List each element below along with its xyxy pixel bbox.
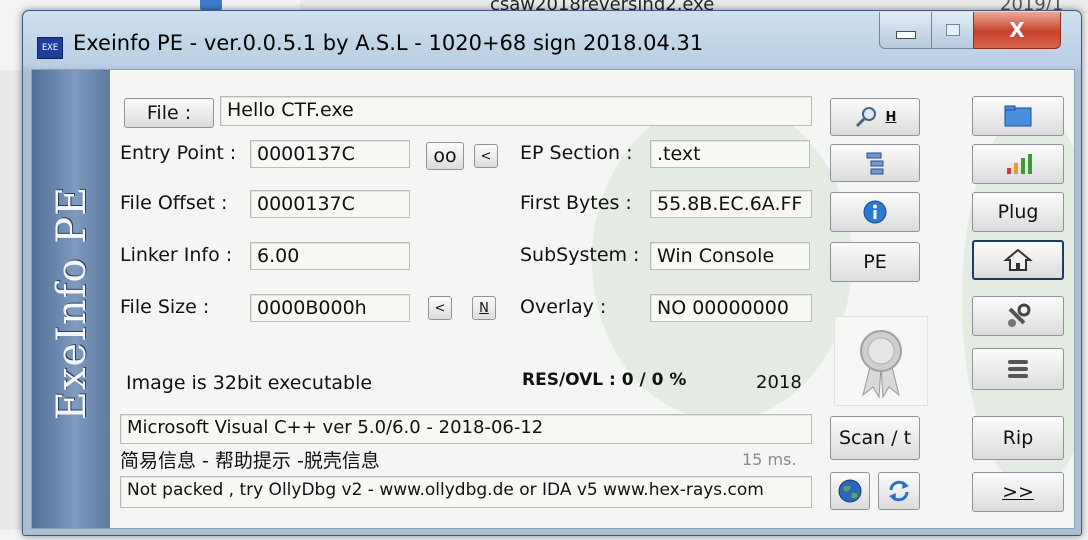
file-name-field[interactable]: Hello CTF.exe — [220, 96, 812, 126]
entry-back-label: < — [480, 148, 492, 164]
linker-info-label: Linker Info : — [120, 244, 233, 266]
folder-icon — [1004, 105, 1032, 127]
maximize-icon — [946, 24, 960, 36]
packer-info-field[interactable]: Not packed , try OllyDbg v2 - www.ollydb… — [120, 476, 812, 508]
window-title: Exeinfo PE - ver.0.0.5.1 by A.S.L - 1020… — [73, 31, 704, 55]
size-n-label: N — [479, 300, 489, 316]
entry-back-button[interactable]: < — [474, 144, 498, 168]
home-icon — [1003, 248, 1033, 271]
ep-section-field[interactable]: .text — [650, 140, 810, 168]
exeinfo-window: EXE Exeinfo PE - ver.0.0.5.1 by A.S.L - … — [22, 10, 1082, 536]
first-bytes-field[interactable]: 55.8B.EC.6A.FF — [650, 190, 812, 218]
size-back-button[interactable]: < — [428, 296, 452, 320]
scan-time-text: 15 ms. — [742, 450, 797, 469]
size-n-button[interactable]: N — [472, 296, 496, 320]
maximize-button[interactable] — [931, 12, 975, 49]
rip-button-label: Rip — [1002, 427, 1034, 449]
magnifier-icon — [855, 107, 876, 128]
close-icon: X — [1009, 18, 1025, 42]
award-panel — [834, 316, 928, 406]
title-bar[interactable]: EXE Exeinfo PE - ver.0.0.5.1 by A.S.L - … — [23, 11, 1081, 69]
search-button[interactable]: H — [830, 98, 920, 136]
rip-button[interactable]: Rip — [972, 416, 1064, 460]
file-button[interactable]: File : — [124, 98, 214, 128]
background-file-icon — [200, 0, 222, 10]
first-bytes-label: First Bytes : — [520, 192, 632, 214]
update-button[interactable] — [878, 472, 920, 510]
info-button[interactable] — [830, 192, 920, 232]
award-ribbon-icon — [860, 330, 902, 399]
file-size-field[interactable]: 0000B000h — [250, 294, 410, 322]
oo-button-label: oo — [433, 145, 457, 167]
oo-button[interactable]: oo — [426, 142, 464, 170]
next-button-label: >> — [1002, 481, 1034, 503]
search-button-label: H — [885, 109, 897, 125]
brand-sidebar: ExeInfo PE — [32, 70, 110, 528]
open-folder-button[interactable] — [972, 96, 1064, 136]
file-offset-field[interactable]: 0000137C — [250, 190, 410, 218]
plugins-button-label: Plug — [997, 201, 1039, 223]
overlay-label: Overlay : — [520, 296, 607, 318]
minimize-button[interactable] — [879, 12, 933, 49]
info-icon — [863, 200, 887, 224]
subsystem-label: SubSystem : — [520, 244, 640, 266]
close-button[interactable]: X — [973, 12, 1061, 49]
subsystem-field[interactable]: Win Console — [650, 242, 810, 270]
next-button[interactable]: >> — [972, 472, 1064, 512]
background-side-panel — [0, 70, 22, 530]
entry-point-label: Entry Point : — [120, 142, 237, 164]
image-info-text: Image is 32bit executable — [126, 372, 373, 394]
main-panel: ExeInfo PE File : Hello CTF.exe Entry Po… — [31, 69, 1075, 529]
tree-view-button[interactable] — [830, 144, 920, 182]
compiler-info-field[interactable]: Microsoft Visual C++ ver 5.0/6.0 - 2018-… — [120, 414, 812, 444]
file-offset-label: File Offset : — [120, 192, 228, 214]
chinese-caption: 简易信息 - 帮助提示 -脱壳信息 — [120, 450, 380, 472]
size-back-label: < — [434, 300, 446, 316]
pe-button[interactable]: PE — [830, 242, 920, 282]
globe-icon — [838, 479, 862, 503]
overlay-field[interactable]: NO 00000000 — [650, 294, 812, 322]
bar-chart-icon — [1007, 154, 1032, 174]
tools-button[interactable] — [972, 296, 1064, 336]
menu-button[interactable] — [972, 348, 1064, 390]
tools-icon — [1008, 303, 1031, 327]
pe-button-label: PE — [863, 251, 887, 273]
scan-button-label: Scan / t — [838, 427, 912, 449]
year-text: 2018 — [756, 372, 802, 393]
file-button-label: File : — [146, 102, 192, 124]
plugins-button[interactable]: Plug — [972, 192, 1064, 232]
minimize-icon — [896, 31, 916, 39]
brand-logo-text: ExeInfo PE — [49, 185, 95, 421]
scan-button[interactable]: Scan / t — [830, 416, 920, 460]
app-icon[interactable]: EXE — [37, 37, 63, 59]
file-size-label: File Size : — [120, 296, 210, 318]
stack-icon — [1008, 360, 1028, 378]
linker-info-field[interactable]: 6.00 — [250, 242, 410, 270]
entry-point-field[interactable]: 0000137C — [250, 140, 410, 168]
ep-section-label: EP Section : — [520, 142, 633, 164]
refresh-icon — [889, 480, 909, 502]
home-button[interactable] — [972, 240, 1064, 280]
tree-icon — [866, 152, 884, 175]
res-ovl-text: RES/OVL : 0 / 0 % — [522, 370, 687, 390]
stats-button[interactable] — [972, 144, 1064, 184]
web-button[interactable] — [830, 472, 870, 510]
